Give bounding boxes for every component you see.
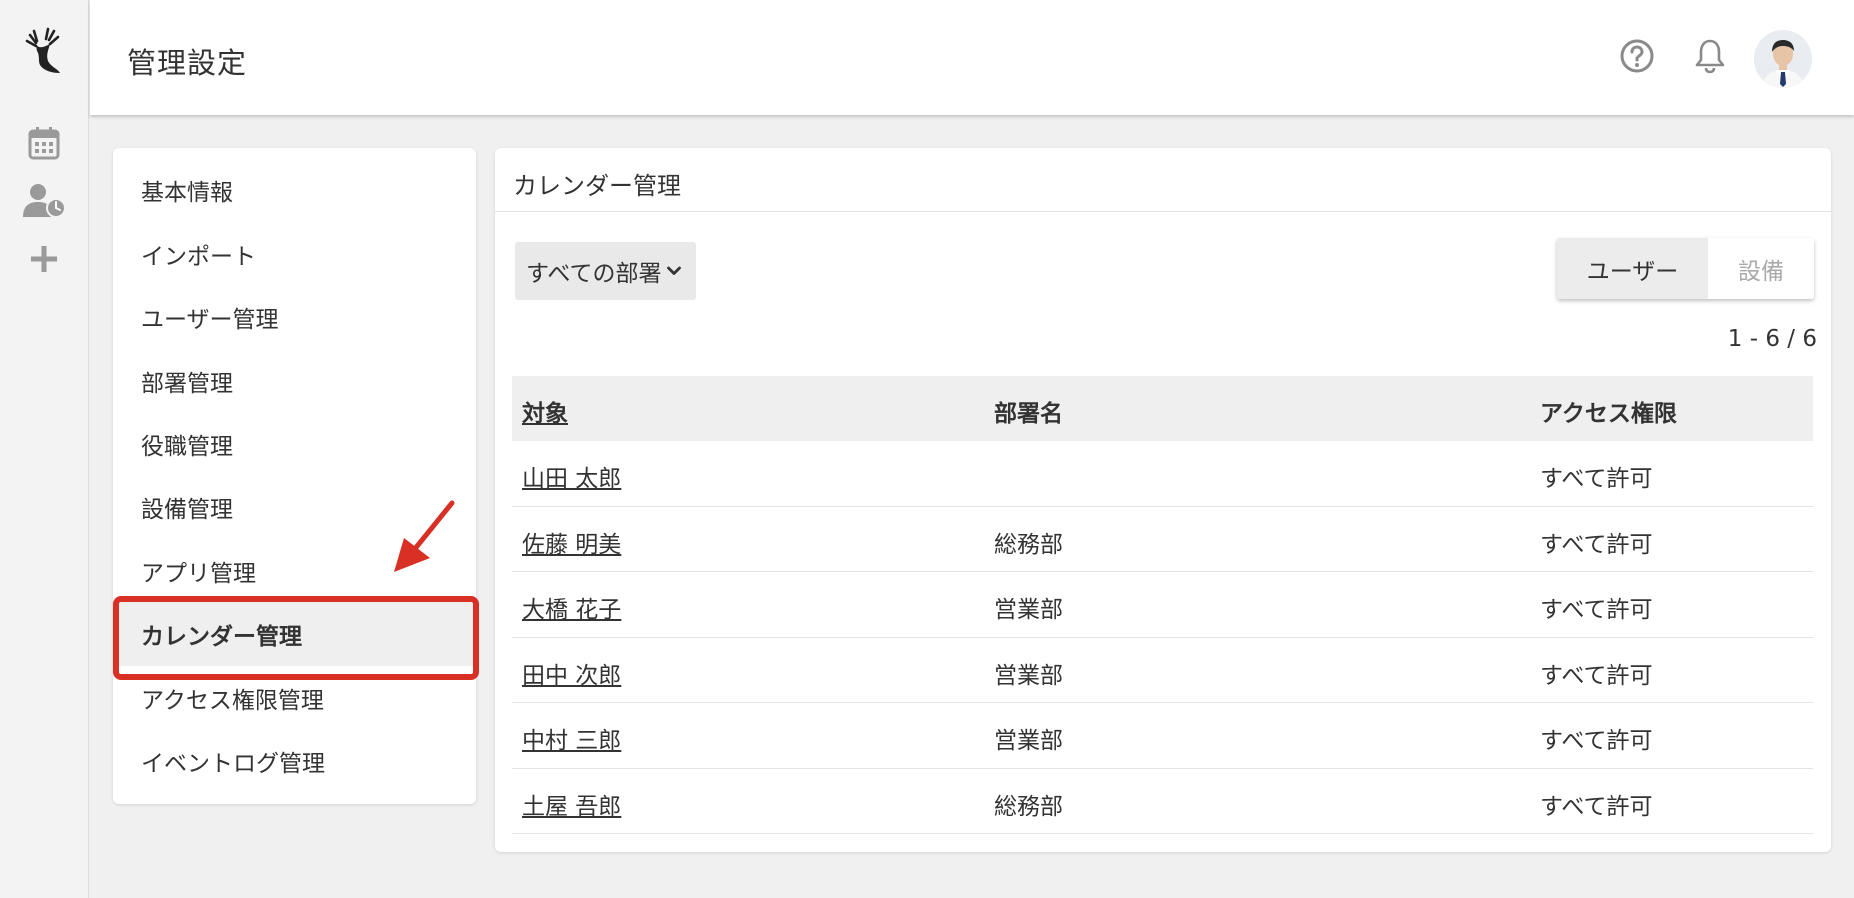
plus-icon[interactable]	[0, 234, 88, 284]
row-access: すべて許可	[1540, 597, 1653, 623]
calendar-management-panel: カレンダー管理 すべての部署 ユーザー 設備 1 - 6 / 6 対象 部署名 …	[495, 148, 1831, 852]
menu-item-import[interactable]: インポート	[113, 222, 476, 286]
department-filter-value: すべての部署	[526, 261, 662, 287]
user-clock-icon[interactable]	[0, 176, 88, 226]
annotation-arrow-icon	[394, 500, 455, 572]
menu-item-basic-info[interactable]: 基本情報	[113, 158, 476, 222]
settings-menu: 基本情報 インポート ユーザー管理 部署管理 役職管理 設備管理 アプリ管理 カ…	[113, 148, 476, 804]
row-access: すべて許可	[1540, 466, 1653, 492]
row-department: 総務部	[994, 793, 1063, 820]
calendar-access-table: 対象 部署名 アクセス権限 山田 太郎 すべて許可 佐藤 明美 総務部 すべて許…	[512, 376, 1813, 834]
menu-item-access-management[interactable]: アクセス権限管理	[113, 666, 476, 730]
deer-logo-icon[interactable]	[0, 22, 88, 82]
row-name-link[interactable]: 中村 三郎	[522, 721, 621, 755]
menu-item-user-management[interactable]: ユーザー管理	[113, 285, 476, 349]
row-department: 営業部	[994, 728, 1063, 754]
row-name-link[interactable]: 佐藤 明美	[522, 525, 621, 559]
department-filter-select[interactable]: すべての部署	[515, 242, 696, 300]
left-rail	[0, 0, 89, 898]
table-row: 中村 三郎 営業部 すべて許可	[512, 703, 1813, 769]
row-department: 営業部	[994, 597, 1063, 623]
table-row: 山田 太郎 すべて許可	[512, 441, 1813, 507]
row-name-link[interactable]: 田中 次郎	[522, 656, 621, 690]
table-row: 佐藤 明美 総務部 すべて許可	[512, 507, 1813, 572]
row-name-link[interactable]: 山田 太郎	[522, 459, 621, 493]
panel-title: カレンダー管理	[513, 172, 681, 200]
page-title: 管理設定	[127, 46, 248, 80]
column-header-target[interactable]: 対象	[522, 394, 568, 428]
row-name-link[interactable]: 土屋 吾郎	[522, 787, 621, 821]
column-header-access: アクセス権限	[1540, 401, 1677, 427]
row-access: すべて許可	[1540, 531, 1653, 558]
pagination-count: 1 - 6 / 6	[1727, 326, 1817, 352]
row-name-link[interactable]: 大橋 花子	[522, 590, 621, 624]
row-department: 営業部	[994, 662, 1063, 689]
column-header-department: 部署名	[994, 401, 1063, 427]
divider	[495, 211, 1831, 212]
row-department: 総務部	[994, 531, 1063, 558]
bell-icon[interactable]	[1690, 36, 1730, 76]
calendar-icon[interactable]	[0, 118, 88, 168]
table-row: 土屋 吾郎 総務部 すべて許可	[512, 769, 1813, 834]
toggle-equipment-button[interactable]: 設備	[1708, 238, 1814, 299]
toggle-user-button[interactable]: ユーザー	[1557, 238, 1708, 299]
row-access: すべて許可	[1540, 662, 1653, 689]
menu-item-event-log-management[interactable]: イベントログ管理	[113, 729, 476, 793]
table-row: 大橋 花子 営業部 すべて許可	[512, 572, 1813, 638]
table-header: 対象 部署名 アクセス権限	[512, 376, 1813, 441]
menu-item-department-management[interactable]: 部署管理	[113, 349, 476, 413]
top-header: 管理設定	[90, 0, 1854, 115]
user-equipment-toggle: ユーザー 設備	[1557, 238, 1814, 299]
avatar[interactable]	[1754, 30, 1812, 88]
menu-item-calendar-management[interactable]: カレンダー管理	[113, 602, 476, 666]
row-access: すべて許可	[1540, 728, 1653, 754]
table-row: 田中 次郎 営業部 すべて許可	[512, 638, 1813, 703]
help-icon[interactable]	[1617, 36, 1657, 76]
chevron-down-icon	[667, 266, 682, 275]
menu-item-position-management[interactable]: 役職管理	[113, 412, 476, 476]
row-access: すべて許可	[1540, 793, 1653, 820]
